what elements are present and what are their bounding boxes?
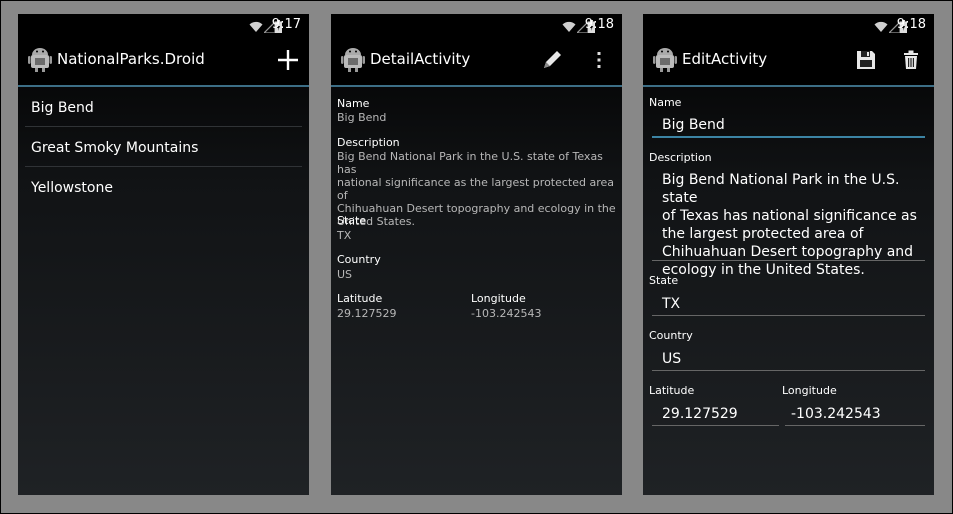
description-label: Description <box>649 151 712 164</box>
android-app-icon <box>653 46 677 76</box>
description-line: Chihuahuan Desert topography and <box>662 244 914 260</box>
latitude-field-value: 29.127529 <box>662 406 738 422</box>
wifi-icon <box>562 18 576 37</box>
status-time: 9:18 <box>896 17 926 32</box>
description-line: ecology in the United States. <box>662 262 865 278</box>
status-bar: 9:17 <box>18 14 309 36</box>
description-line: of Texas has national significance as <box>662 208 917 224</box>
action-bar: EditActivity <box>643 36 934 87</box>
latitude-value: 29.127529 <box>337 307 397 320</box>
longitude-label: Longitude <box>471 292 526 305</box>
add-icon[interactable] <box>273 45 303 75</box>
list-item[interactable]: Big Bend <box>25 87 302 127</box>
detail-screen: 9:18 DetailActivity Name Big Bend Descri… <box>331 14 622 495</box>
overflow-menu-icon[interactable] <box>584 45 614 75</box>
latitude-field[interactable]: 29.127529 <box>652 402 779 426</box>
list-item-label: Yellowstone <box>31 180 113 196</box>
edit-screen: 9:18 EditActivity Name Big Bend Descript… <box>643 14 934 495</box>
longitude-field-value: -103.242543 <box>791 406 881 422</box>
description-line: Chihuahuan Desert topography and ecology… <box>337 202 616 215</box>
description-line: Big Bend National Park in the U.S. state… <box>337 150 603 176</box>
action-bar: NationalParks.Droid <box>18 36 309 87</box>
latitude-label: Latitude <box>649 384 695 397</box>
list-item[interactable]: Great Smoky Mountains <box>25 127 302 167</box>
state-field[interactable]: TX <box>652 292 925 316</box>
state-label: State <box>649 274 679 287</box>
edit-pencil-icon[interactable] <box>537 45 567 75</box>
app-title: NationalParks.Droid <box>57 50 205 68</box>
delete-icon[interactable] <box>896 45 926 75</box>
description-line: United States. <box>337 215 415 228</box>
list-screen: 9:17 NationalParks.Droid Big Bend Great … <box>18 14 309 495</box>
name-label: Name <box>649 96 682 109</box>
list-item[interactable]: Yellowstone <box>25 167 302 206</box>
name-field[interactable]: Big Bend <box>652 114 925 138</box>
wifi-icon <box>874 18 888 37</box>
action-bar: DetailActivity <box>331 36 622 87</box>
state-value: TX <box>337 229 352 242</box>
list-item-label: Big Bend <box>31 100 94 116</box>
status-bar: 9:18 <box>643 14 934 36</box>
description-line: national significance as the largest pro… <box>337 176 615 202</box>
state-label: State <box>337 214 367 227</box>
status-bar: 9:18 <box>331 14 622 36</box>
wifi-icon <box>249 18 263 37</box>
status-time: 9:17 <box>271 17 301 32</box>
longitude-label: Longitude <box>782 384 837 397</box>
description-value: Big Bend National Park in the U.S. state… <box>337 150 617 228</box>
country-label: Country <box>649 329 693 342</box>
longitude-field[interactable]: -103.242543 <box>785 402 925 426</box>
description-label: Description <box>337 136 400 149</box>
name-label: Name <box>337 97 370 110</box>
android-app-icon <box>341 46 365 76</box>
country-field[interactable]: US <box>652 347 925 371</box>
parks-list: Big Bend Great Smoky Mountains Yellowsto… <box>25 87 302 206</box>
activity-title: EditActivity <box>682 50 768 68</box>
country-field-value: US <box>662 351 682 367</box>
name-field-value: Big Bend <box>662 117 725 133</box>
latitude-label: Latitude <box>337 292 383 305</box>
country-label: Country <box>337 253 381 266</box>
country-value: US <box>337 268 353 281</box>
description-line: the largest protected area of <box>662 226 864 242</box>
list-item-label: Great Smoky Mountains <box>31 140 199 156</box>
state-field-value: TX <box>662 296 681 312</box>
description-field[interactable]: Big Bend National Park in the U.S. state… <box>652 170 925 278</box>
status-time: 9:18 <box>584 17 614 32</box>
android-app-icon <box>28 46 52 76</box>
name-value: Big Bend <box>337 111 387 124</box>
save-icon[interactable] <box>851 45 881 75</box>
longitude-value: -103.242543 <box>471 307 542 320</box>
activity-title: DetailActivity <box>370 50 471 68</box>
description-line: Big Bend National Park in the U.S. state <box>662 172 900 206</box>
